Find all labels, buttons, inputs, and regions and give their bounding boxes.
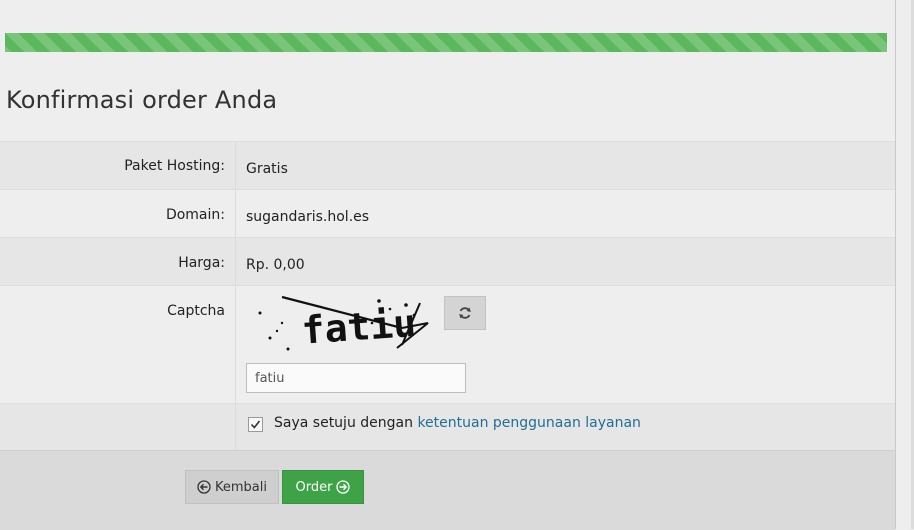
back-button-label: Kembali [215,479,267,495]
progress-bar [5,33,887,52]
domain-value: sugandaris.hol.es [246,209,370,225]
form-footer [0,450,895,530]
paket-hosting-label: Paket Hosting: [124,158,225,174]
arrow-right-circle-icon [336,480,351,494]
refresh-icon [459,307,471,319]
svg-text:fatiu: fatiu [300,301,417,353]
back-button[interactable]: Kembali [185,470,279,504]
column-divider [235,141,236,450]
agreement-text: Saya setuju dengan ketentuan penggunaan … [274,415,641,431]
agree-checkbox[interactable] [248,417,263,432]
captcha-refresh-button[interactable] [444,296,486,330]
harga-value: Rp. 0,00 [246,257,305,273]
container-border [895,0,896,529]
row-domain: Domain: sugandaris.hol.es [0,189,895,237]
row-paket-hosting: Paket Hosting: Gratis [0,141,895,189]
harga-label: Harga: [178,255,225,271]
agreement-label: Saya setuju dengan [274,415,413,431]
arrow-left-circle-icon [197,480,211,494]
order-button-label: Order [295,479,333,495]
checkmark-icon [250,420,261,429]
captcha-label: Captcha [167,303,225,319]
domain-label: Domain: [165,207,225,223]
captcha-image: fatiu [258,295,429,353]
page-title: Konfirmasi order Anda [6,86,278,114]
order-button[interactable]: Order [282,470,364,504]
captcha-input[interactable] [246,363,466,393]
paket-hosting-value: Gratis [246,161,288,177]
terms-link[interactable]: ketentuan penggunaan layanan [417,415,641,431]
row-harga: Harga: Rp. 0,00 [0,237,895,285]
